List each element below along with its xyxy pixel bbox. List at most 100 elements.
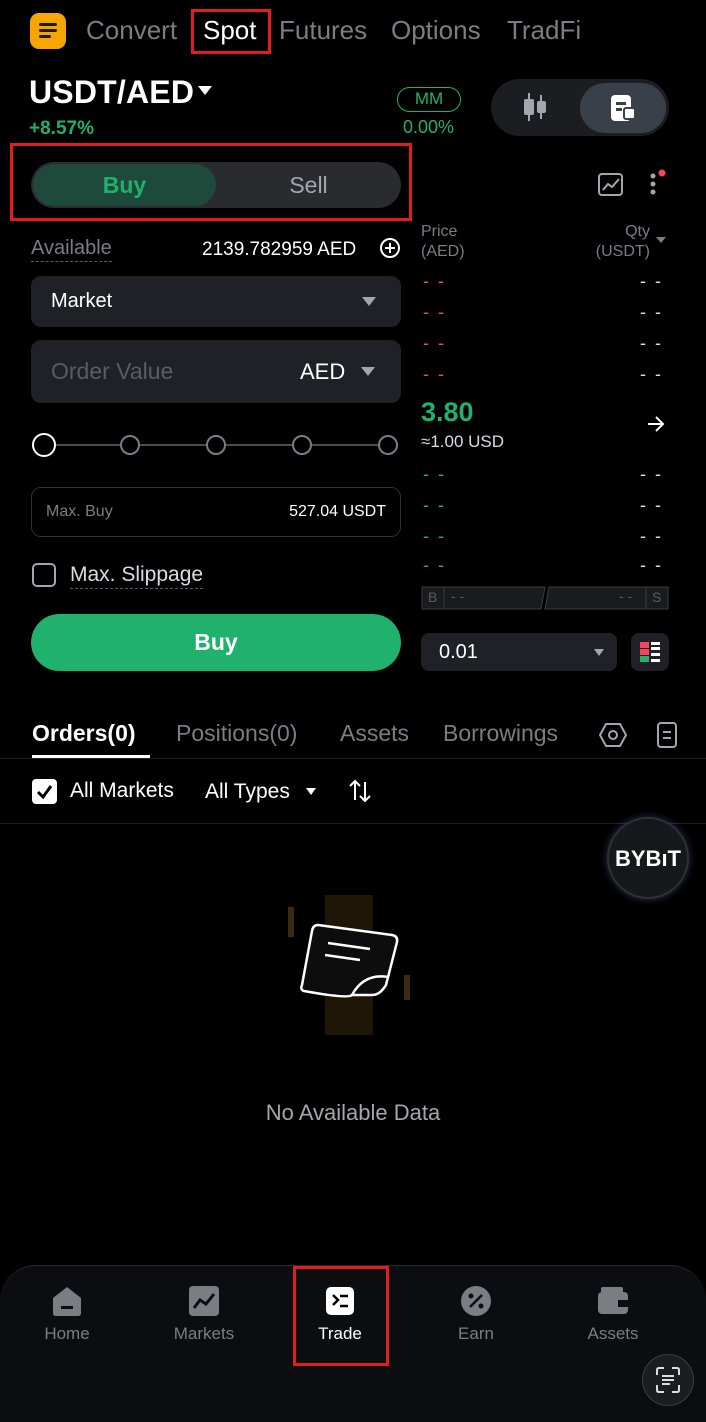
- mm-badge[interactable]: MM: [397, 87, 461, 112]
- add-funds-icon[interactable]: [380, 238, 400, 258]
- buy-sell-ratio-bar: B - - - - S: [421, 586, 669, 610]
- earn-icon: [459, 1284, 493, 1318]
- max-buy-display: Max. Buy 527.04 USDT: [31, 487, 401, 537]
- bid-qty: - -: [640, 555, 663, 575]
- bid-price: - -: [423, 495, 446, 515]
- ask-price: - -: [423, 364, 446, 384]
- nav-home-label: Home: [44, 1324, 90, 1343]
- nav-markets-label: Markets: [173, 1324, 235, 1343]
- all-types-filter[interactable]: All Types: [205, 780, 290, 804]
- scan-button[interactable]: [642, 1354, 694, 1406]
- order-value-placeholder: Order Value: [51, 358, 174, 384]
- sell-ratio-label: S: [652, 589, 662, 605]
- chevron-down-icon: [362, 297, 376, 306]
- chevron-down-icon: [594, 649, 604, 656]
- nav-earn-label: Earn: [458, 1324, 494, 1343]
- candlestick-icon[interactable]: [522, 90, 548, 124]
- nav-home[interactable]: Home: [12, 1284, 122, 1344]
- pair-selector[interactable]: USDT/AED: [29, 74, 194, 111]
- buy-tab[interactable]: Buy: [33, 164, 216, 206]
- tab-positions[interactable]: Positions(0): [176, 720, 297, 747]
- max-buy-label: Max. Buy: [46, 503, 113, 520]
- slider-mark-25[interactable]: [120, 435, 140, 455]
- empty-state-text: No Available Data: [265, 1100, 441, 1125]
- max-buy-value: 527.04 USDT: [289, 503, 386, 520]
- arrow-right-icon[interactable]: [645, 413, 667, 435]
- ask-price: - -: [423, 333, 446, 353]
- buy-ratio-value: - -: [451, 588, 465, 604]
- chevron-down-icon: [361, 367, 375, 376]
- chevron-down-icon[interactable]: [306, 788, 316, 795]
- ask-qty: - -: [640, 333, 663, 353]
- nav-assets-label: Assets: [587, 1324, 639, 1343]
- currency-select[interactable]: AED: [300, 359, 345, 385]
- all-markets-label[interactable]: All Markets: [70, 779, 174, 803]
- nav-earn[interactable]: Earn: [421, 1284, 531, 1344]
- chart-icon[interactable]: [597, 171, 625, 199]
- tab-assets[interactable]: Assets: [340, 720, 409, 747]
- buy-ratio-label: B: [428, 589, 438, 605]
- order-type-select[interactable]: Market: [31, 276, 401, 327]
- tab-tradfi[interactable]: TradFi: [507, 13, 581, 47]
- ask-qty: - -: [640, 364, 663, 384]
- markets-icon: [187, 1284, 221, 1318]
- precision-value: 0.01: [439, 641, 478, 663]
- nav-markets[interactable]: Markets: [149, 1284, 259, 1344]
- tab-borrowings[interactable]: Borrowings: [443, 720, 558, 747]
- precision-select[interactable]: 0.01: [421, 633, 617, 671]
- bid-price: - -: [423, 555, 446, 575]
- price-header: Price (AED): [421, 223, 465, 260]
- tab-convert[interactable]: Convert: [86, 13, 177, 47]
- last-price-usd: ≈1.00 USD: [421, 432, 505, 451]
- orderbook-layout-icon[interactable]: [631, 633, 669, 671]
- bid-qty: - -: [640, 495, 663, 515]
- last-price: 3.80: [421, 397, 474, 427]
- slider-handle[interactable]: [32, 433, 56, 457]
- max-slippage-label[interactable]: Max. Slippage: [70, 563, 204, 589]
- document-icon: [610, 94, 636, 122]
- bid-price: - -: [423, 526, 446, 546]
- empty-document-icon: [280, 895, 420, 1040]
- more-options-icon[interactable]: [648, 168, 666, 198]
- tab-options[interactable]: Options: [391, 13, 481, 47]
- ask-qty: - -: [640, 271, 663, 291]
- tab-orders[interactable]: Orders(0): [32, 720, 136, 747]
- slider-mark-100[interactable]: [378, 435, 398, 455]
- available-balance: 2139.782959 AED: [202, 239, 357, 260]
- ask-price: - -: [423, 271, 446, 291]
- bybit-floating-button[interactable]: BYBıT: [607, 817, 689, 899]
- caret-down-icon[interactable]: [656, 237, 666, 243]
- divider: [0, 823, 706, 824]
- ask-qty: - -: [640, 302, 663, 322]
- settings-hex-icon[interactable]: [598, 721, 628, 749]
- order-history-icon[interactable]: [656, 721, 678, 749]
- home-icon: [50, 1284, 84, 1318]
- tab-futures[interactable]: Futures: [279, 13, 367, 47]
- menu-icon[interactable]: [30, 13, 66, 49]
- qty-header[interactable]: Qty (USDT): [590, 222, 650, 262]
- mm-value: 0.00%: [403, 117, 455, 137]
- sell-tab[interactable]: Sell: [216, 164, 401, 206]
- order-value-input[interactable]: Order Value AED: [31, 340, 401, 403]
- wallet-icon: [596, 1284, 630, 1318]
- max-slippage-checkbox[interactable]: [32, 563, 56, 587]
- bid-qty: - -: [640, 526, 663, 546]
- ask-price: - -: [423, 302, 446, 322]
- highlight-spot: [191, 9, 271, 54]
- all-markets-checkbox[interactable]: [32, 779, 57, 804]
- order-type-value: Market: [51, 290, 113, 312]
- highlight-trade: [293, 1266, 389, 1366]
- bybit-logo: BYBıT: [615, 846, 681, 871]
- buy-button[interactable]: Buy: [31, 614, 401, 671]
- chevron-down-icon[interactable]: [198, 86, 212, 95]
- slider-mark-75[interactable]: [292, 435, 312, 455]
- slider-mark-50[interactable]: [206, 435, 226, 455]
- sort-icon[interactable]: [348, 778, 372, 804]
- divider: [0, 758, 706, 759]
- available-label: Available: [31, 237, 112, 262]
- bid-price: - -: [423, 464, 446, 484]
- bid-qty: - -: [640, 464, 663, 484]
- nav-assets[interactable]: Assets: [558, 1284, 668, 1344]
- price-change: +8.57%: [29, 118, 94, 139]
- sell-ratio-value: - -: [619, 588, 633, 604]
